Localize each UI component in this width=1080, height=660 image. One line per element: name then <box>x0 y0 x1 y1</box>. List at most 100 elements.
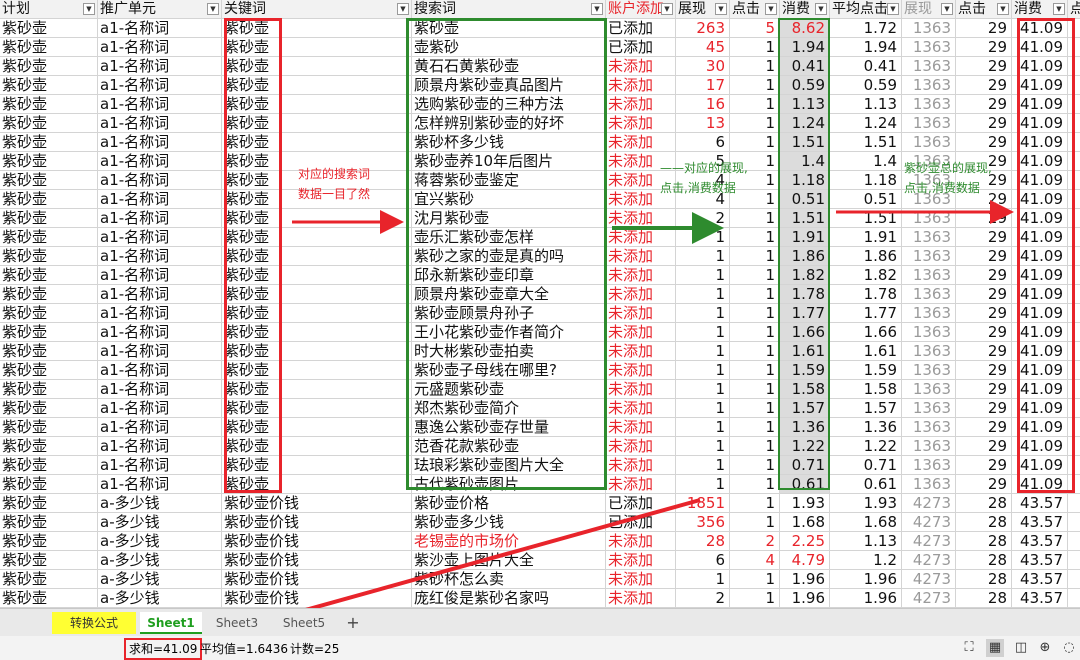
table-cell[interactable]: a1-名称词 <box>98 19 222 37</box>
table-cell[interactable]: 0.51 <box>830 190 902 208</box>
table-cell[interactable]: 29 <box>956 399 1012 417</box>
table-cell[interactable]: a1-名称词 <box>98 380 222 398</box>
table-cell[interactable]: 紫砂壶 <box>0 323 98 341</box>
table-cell[interactable]: 13 <box>676 114 730 132</box>
table-cell[interactable]: 29 <box>956 228 1012 246</box>
filter-dropdown-icon[interactable]: ▼ <box>397 3 409 15</box>
table-cell[interactable]: 紫砂壶价格 <box>412 494 606 512</box>
table-cell[interactable]: 43.57 <box>1012 513 1068 531</box>
table-cell[interactable]: 28 <box>956 494 1012 512</box>
tab-sheet5[interactable]: Sheet5 <box>272 612 336 634</box>
table-cell[interactable]: 古代紫砂壶图片 <box>412 475 606 493</box>
table-cell[interactable]: 未添加 <box>606 456 676 474</box>
table-cell[interactable]: 1 <box>730 589 780 607</box>
table-cell[interactable]: 未添加 <box>606 114 676 132</box>
table-cell[interactable]: 0.71 <box>780 456 830 474</box>
table-cell[interactable]: 未添加 <box>606 532 676 550</box>
table-cell[interactable]: 紫沙壶上图片大全 <box>412 551 606 569</box>
table-cell[interactable]: 紫砂壶价钱 <box>222 532 412 550</box>
table-cell[interactable]: 顾景舟紫砂壶章大全 <box>412 285 606 303</box>
table-cell[interactable]: 41.09 <box>1012 418 1068 436</box>
table-cell[interactable]: 1.78 <box>780 285 830 303</box>
table-cell[interactable]: 29 <box>956 437 1012 455</box>
table-cell[interactable]: 1363 <box>902 475 956 493</box>
table-cell[interactable]: 1 <box>676 323 730 341</box>
table-cell[interactable]: 1363 <box>902 456 956 474</box>
table-cell[interactable]: 未添加 <box>606 190 676 208</box>
table-cell[interactable]: 1363 <box>902 38 956 56</box>
table-cell[interactable]: 29 <box>956 247 1012 265</box>
table-cell[interactable]: a1-名称词 <box>98 266 222 284</box>
table-cell[interactable]: 41.09 <box>1012 209 1068 227</box>
table-cell[interactable]: 紫砂壶 <box>0 532 98 550</box>
table-cell[interactable]: 1 <box>676 342 730 360</box>
spreadsheet-grid[interactable]: 计划 ▼ 推广单元 ▼ 关键词 ▼ 搜索词 ▼ 账户添加 ▼ 展现 ▼ 点击 ▼ 消费 ▼ 平均点击 ▼ 展现 ▼ 点击… <box>0 0 1080 608</box>
table-cell[interactable]: 41.09 <box>1012 247 1068 265</box>
table-cell[interactable]: 41.09 <box>1012 152 1068 170</box>
table-cell[interactable]: 1 <box>730 228 780 246</box>
table-cell[interactable]: 紫砂壶多少钱 <box>412 513 606 531</box>
table-cell[interactable]: a1-名称词 <box>98 418 222 436</box>
table-cell[interactable]: 41.09 <box>1012 133 1068 151</box>
table-cell[interactable]: 0.41 <box>830 57 902 75</box>
table-cell[interactable]: 4273 <box>902 513 956 531</box>
table-cell[interactable]: 邱永新紫砂壶印章 <box>412 266 606 284</box>
table-cell[interactable]: a1-名称词 <box>98 133 222 151</box>
table-cell[interactable]: 元盛题紫砂壶 <box>412 380 606 398</box>
table-cell[interactable]: 1363 <box>902 209 956 227</box>
table-cell[interactable]: 壶紫砂 <box>412 38 606 56</box>
table-cell[interactable]: 紫砂壶 <box>0 380 98 398</box>
table-cell[interactable]: 1 <box>730 57 780 75</box>
table-cell[interactable]: 1.22 <box>780 437 830 455</box>
table-cell[interactable]: 4 <box>730 551 780 569</box>
table-cell[interactable]: 1363 <box>902 247 956 265</box>
table-cell[interactable]: 29 <box>956 19 1012 37</box>
table-cell[interactable]: 紫砂壶 <box>222 361 412 379</box>
table-cell[interactable]: 1363 <box>902 323 956 341</box>
table-cell[interactable]: 庞红俊是紫砂名家吗 <box>412 589 606 607</box>
table-cell[interactable]: 29 <box>956 456 1012 474</box>
table-cell[interactable]: 1.13 <box>780 95 830 113</box>
table-cell[interactable]: 紫砂壶 <box>0 437 98 455</box>
table-cell[interactable]: 未添加 <box>606 323 676 341</box>
table-cell[interactable]: 1 <box>730 171 780 189</box>
table-cell[interactable]: 41.09 <box>1012 266 1068 284</box>
table-cell[interactable]: 1 <box>730 38 780 56</box>
table-cell[interactable]: a1-名称词 <box>98 304 222 322</box>
table-cell[interactable]: 紫砂壶 <box>222 475 412 493</box>
table-cell[interactable]: 1.94 <box>780 38 830 56</box>
table-cell[interactable]: 41.09 <box>1012 285 1068 303</box>
table-cell[interactable]: 28 <box>676 532 730 550</box>
column-header[interactable]: 展现 ▼ <box>902 0 956 18</box>
table-cell[interactable]: a1-名称词 <box>98 57 222 75</box>
table-cell[interactable]: 紫砂壶价钱 <box>222 589 412 607</box>
filter-dropdown-icon[interactable]: ▼ <box>1053 3 1065 15</box>
table-cell[interactable]: a1-名称词 <box>98 152 222 170</box>
table-cell[interactable]: 1 <box>676 361 730 379</box>
table-cell[interactable]: 紫砂壶 <box>222 266 412 284</box>
tab-sheet3[interactable]: Sheet3 <box>206 612 268 634</box>
table-cell[interactable]: 2 <box>730 532 780 550</box>
table-cell[interactable]: 紫砂壶 <box>222 285 412 303</box>
tab-conversion-formula[interactable]: 转换公式 <box>52 612 136 634</box>
table-cell[interactable]: 4273 <box>902 494 956 512</box>
table-cell[interactable]: 紫砂壶 <box>0 57 98 75</box>
table-cell[interactable]: 43.57 <box>1012 570 1068 588</box>
add-sheet-button[interactable]: + <box>342 612 364 634</box>
table-cell[interactable]: 1.68 <box>830 513 902 531</box>
table-cell[interactable]: 28 <box>956 513 1012 531</box>
table-cell[interactable]: 5 <box>730 19 780 37</box>
column-header[interactable]: 点 <box>1068 0 1080 18</box>
table-cell[interactable]: 未添加 <box>606 418 676 436</box>
table-cell[interactable]: 0.71 <box>830 456 902 474</box>
table-cell[interactable]: 1 <box>730 209 780 227</box>
table-cell[interactable]: a1-名称词 <box>98 190 222 208</box>
table-cell[interactable]: 紫砂壶价钱 <box>222 551 412 569</box>
table-cell[interactable]: 1.24 <box>780 114 830 132</box>
table-cell[interactable]: 未添加 <box>606 152 676 170</box>
table-cell[interactable]: 1.59 <box>780 361 830 379</box>
table-cell[interactable]: 1363 <box>902 76 956 94</box>
table-cell[interactable]: 1 <box>730 152 780 170</box>
table-cell[interactable]: a1-名称词 <box>98 228 222 246</box>
filter-dropdown-icon[interactable]: ▼ <box>661 3 673 15</box>
